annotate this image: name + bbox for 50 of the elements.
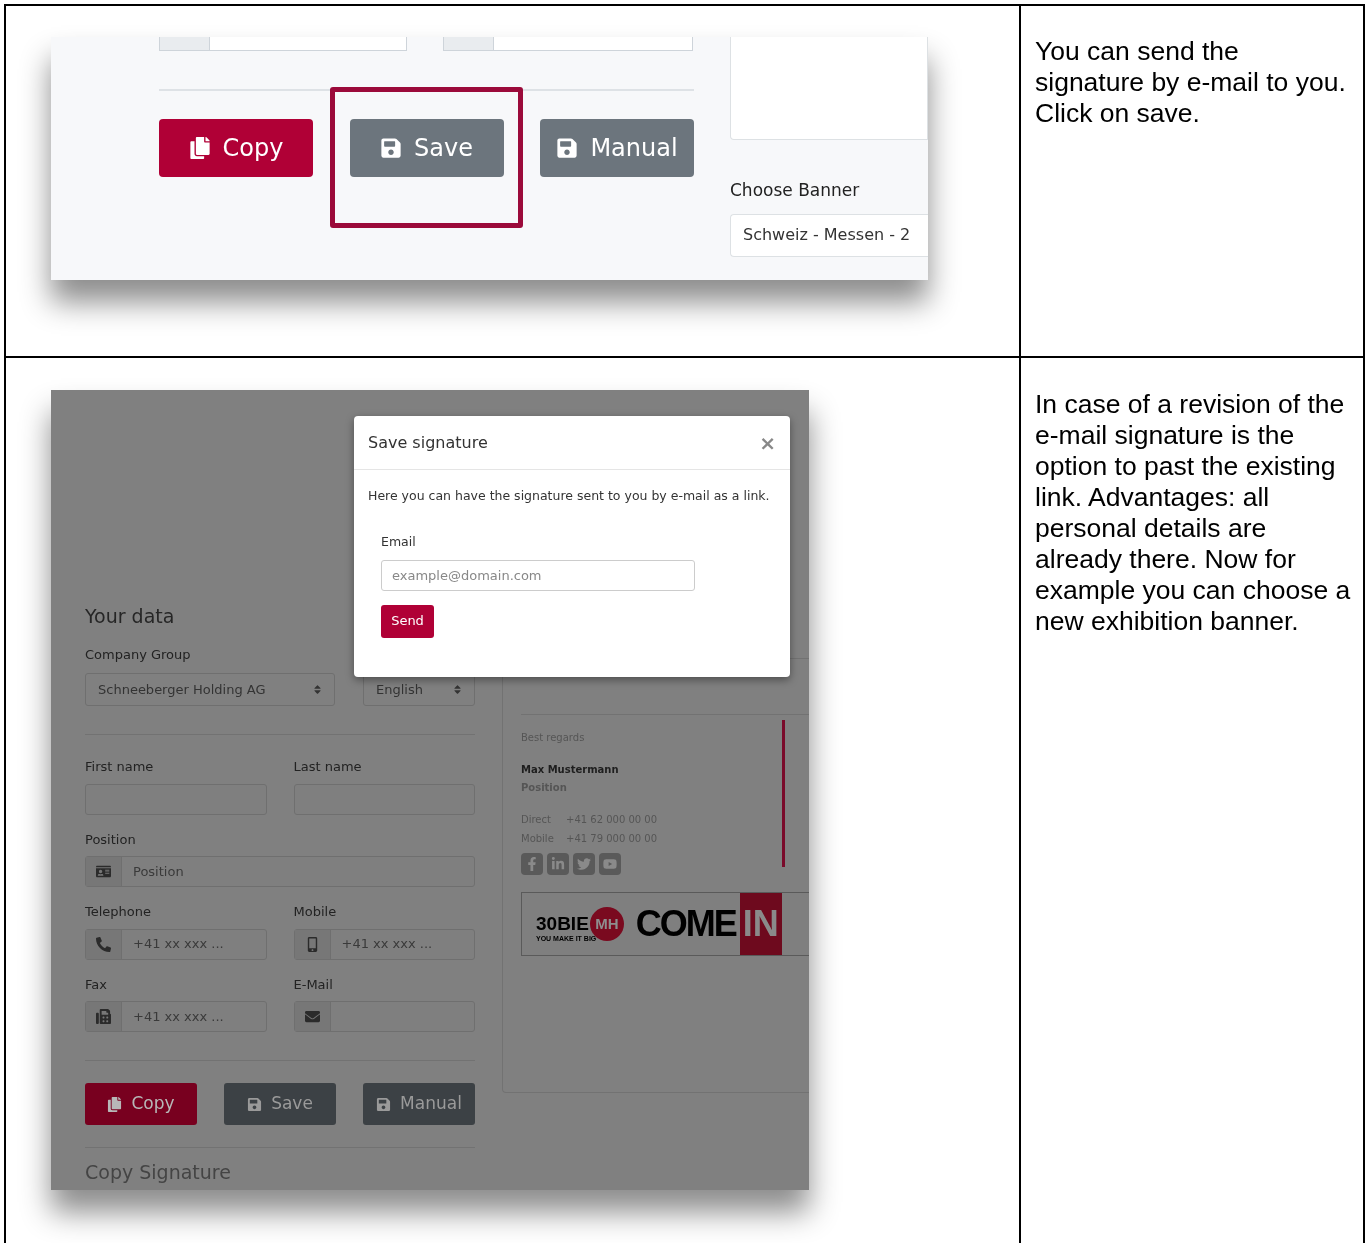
close-button[interactable]: × bbox=[759, 432, 776, 453]
section-heading: Your data bbox=[85, 604, 175, 629]
save-button[interactable]: Save bbox=[224, 1083, 336, 1125]
copy-icon bbox=[107, 1096, 123, 1112]
envelope-icon bbox=[304, 1009, 320, 1024]
instruction-text: You can send the signature by e-mail to you. Click on save. bbox=[1035, 36, 1347, 129]
manual-button[interactable]: Manual bbox=[363, 1083, 475, 1125]
input-field[interactable]: +41 xx xxx ... bbox=[293, 928, 475, 960]
company-select[interactable]: Schneeberger Holding AG bbox=[85, 673, 335, 706]
send-button[interactable]: Send bbox=[381, 604, 434, 638]
fax-icon bbox=[96, 1009, 111, 1024]
field-label: Company Group bbox=[85, 645, 192, 664]
copy-icon bbox=[188, 137, 211, 159]
save-icon bbox=[247, 1096, 263, 1112]
banner-headline-highlight: IN bbox=[739, 893, 782, 955]
input-field[interactable]: +41 xx xxx ... bbox=[85, 928, 267, 960]
field-label: Position bbox=[85, 830, 137, 849]
field-label: Last name bbox=[293, 758, 363, 776]
field-label: Mobile bbox=[293, 903, 338, 921]
manual-button[interactable]: Manual bbox=[540, 119, 694, 177]
input-field[interactable] bbox=[293, 1001, 475, 1032]
field-label: Telephone bbox=[85, 903, 153, 921]
facebook-icon[interactable] bbox=[521, 853, 543, 875]
banner-select[interactable]: Schweiz - Messen - 2 bbox=[730, 213, 928, 257]
instruction-text: In case of a revision of the e-mail signature is the option to past the existing link. Advantages: all personal details are already there. Now for example you can choose a new exhibition banner. bbox=[1035, 389, 1352, 637]
input-field[interactable]: +41 xx xxx ... bbox=[85, 1001, 267, 1032]
field-label: Fax bbox=[85, 975, 108, 994]
dialog-title: Save signature bbox=[368, 431, 488, 454]
save-button[interactable]: Save bbox=[349, 119, 504, 177]
name-text: Max Mustermann bbox=[521, 763, 620, 777]
twitter-icon[interactable] bbox=[573, 853, 595, 875]
input-field[interactable]: Position bbox=[85, 856, 475, 887]
banner-headline: COME bbox=[635, 902, 736, 946]
copy-button[interactable]: Copy bbox=[159, 119, 313, 177]
email-input[interactable]: example@domain.com bbox=[381, 559, 695, 591]
linkedin-icon[interactable] bbox=[547, 853, 569, 875]
youtube-icon[interactable] bbox=[599, 853, 621, 875]
field-label: Email bbox=[381, 532, 417, 551]
sort-arrows-icon bbox=[313, 684, 322, 695]
sort-arrows-icon bbox=[453, 684, 462, 695]
dialog-text: Here you can have the signature sent to you by e-mail as a link. bbox=[368, 487, 771, 505]
field-label: First name bbox=[85, 758, 155, 776]
field-label: Choose Banner bbox=[730, 179, 861, 202]
save-icon bbox=[380, 137, 403, 159]
copy-button[interactable]: Copy bbox=[85, 1083, 197, 1125]
id-card-icon bbox=[96, 864, 111, 879]
logo-text: 30BIE bbox=[536, 914, 589, 933]
section-heading: Copy Signature bbox=[85, 1160, 232, 1185]
field-label: E-Mail bbox=[293, 975, 334, 994]
phone-icon bbox=[96, 936, 111, 952]
